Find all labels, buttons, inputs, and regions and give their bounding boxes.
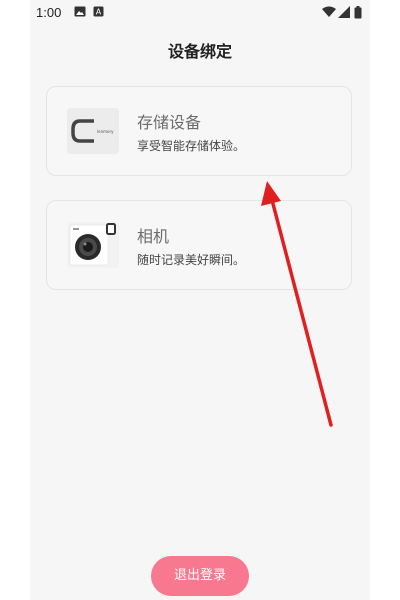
storage-device-icon: lenmory xyxy=(67,108,119,154)
camera-icon xyxy=(67,222,119,268)
phone-screen: 1:00 A 设备绑定 lenmory 存储设备 享受智能存储体验。 相机 随时… xyxy=(30,0,370,600)
gallery-notification-icon xyxy=(74,6,86,17)
status-bar: 1:00 A xyxy=(30,0,370,28)
app-notification-icon: A xyxy=(93,6,104,17)
logout-button[interactable]: 退出登录 xyxy=(151,556,249,596)
status-time: 1:00 xyxy=(36,5,62,20)
device-card-subtitle: 享受智能存储体验。 xyxy=(137,139,246,153)
wifi-icon xyxy=(322,6,336,17)
battery-icon xyxy=(354,6,362,19)
cell-signal-icon xyxy=(338,6,350,18)
svg-text:A: A xyxy=(96,8,102,17)
device-card-camera[interactable]: 相机 随时记录美好瞬间。 xyxy=(46,200,352,290)
device-card-subtitle: 随时记录美好瞬间。 xyxy=(137,253,246,267)
device-card-title: 存储设备 xyxy=(137,113,202,132)
storage-thumb-text: lenmory xyxy=(97,129,114,134)
device-card-storage[interactable]: lenmory 存储设备 享受智能存储体验。 xyxy=(46,86,352,176)
page-title: 设备绑定 xyxy=(167,42,232,61)
device-card-title: 相机 xyxy=(137,227,170,246)
